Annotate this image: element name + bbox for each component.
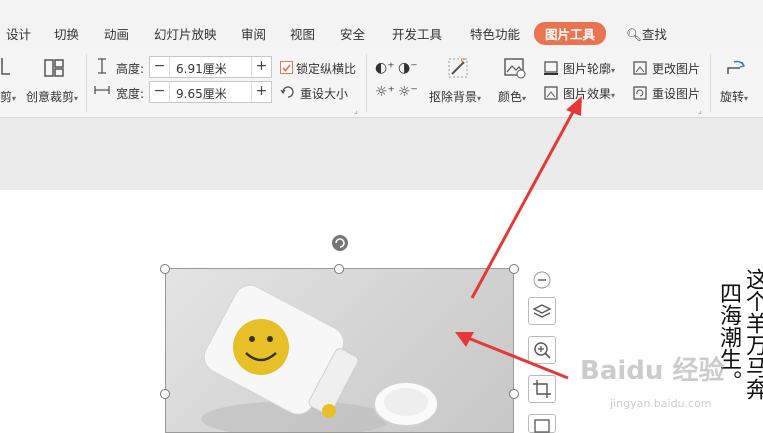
arrow-to-effects bbox=[470, 96, 582, 299]
arrow-to-picture bbox=[455, 332, 569, 380]
annotation-arrows bbox=[455, 96, 582, 380]
